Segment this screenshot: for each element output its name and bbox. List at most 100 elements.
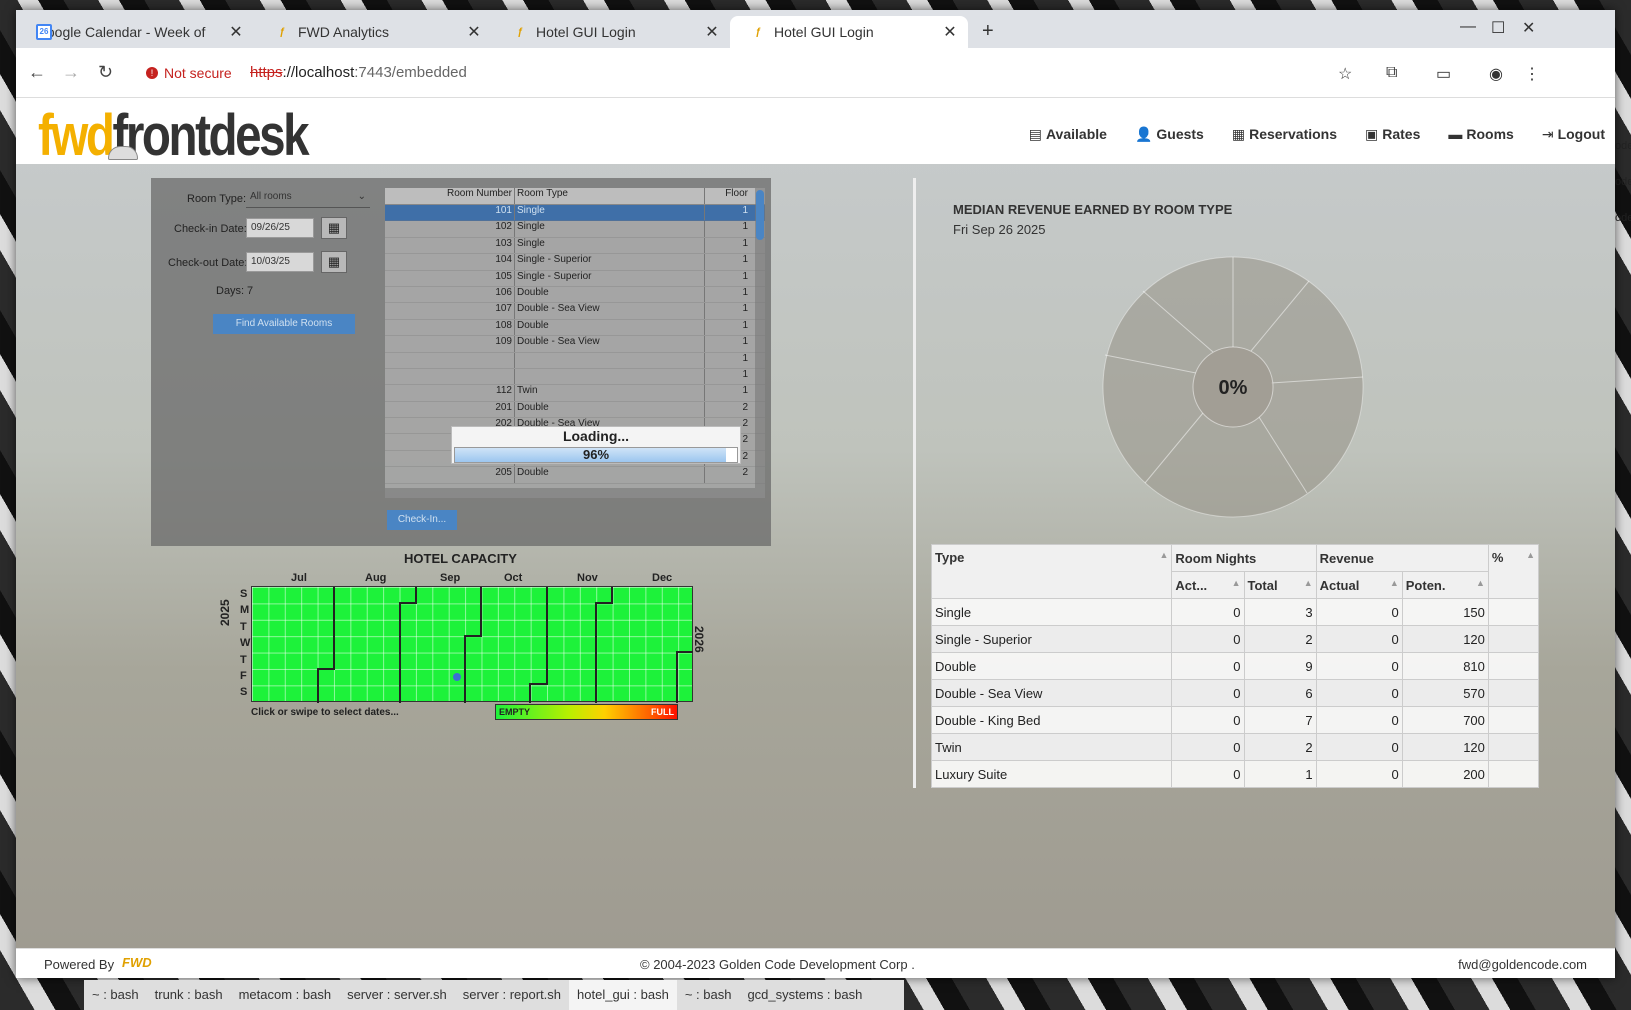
maximize-icon[interactable]: ☐ xyxy=(1491,18,1505,38)
col-act[interactable]: Act... ▲ xyxy=(1171,571,1245,599)
tab-fwd-analytics[interactable]: ƒ FWD Analytics ✕ xyxy=(254,16,492,48)
col-total[interactable]: Total ▲ xyxy=(1243,571,1317,599)
table-row[interactable]: 106 Double 1 xyxy=(385,286,765,304)
taskbar-item[interactable]: trunk : bash xyxy=(147,980,231,1010)
col-potential[interactable]: Poten. ▲ xyxy=(1401,571,1489,599)
menu-logout[interactable]: ⇥ Logout xyxy=(1542,126,1605,143)
taskbar-item[interactable]: hotel_gui : bash xyxy=(569,980,677,1010)
weekday-label: F xyxy=(240,670,247,682)
table-row[interactable]: Double 0 9 0 810 xyxy=(930,652,1540,680)
table-row[interactable]: 109 Double - Sea View 1 xyxy=(385,336,765,353)
find-available-rooms-button[interactable]: Find Available Rooms xyxy=(213,314,355,334)
table-row[interactable]: Double - Sea View 0 6 0 570 xyxy=(930,679,1540,707)
table-row[interactable]: Twin 0 2 0 120 xyxy=(930,733,1540,761)
taskbar-item[interactable]: server : report.sh xyxy=(455,980,569,1010)
calendar-icon: ▦ xyxy=(1231,126,1246,142)
security-indicator[interactable]: ! Not secure xyxy=(146,65,232,81)
table-row[interactable]: 205 Double 2 xyxy=(385,467,765,484)
loading-dialog: Loading... 96% xyxy=(451,426,741,464)
month-label: Nov xyxy=(577,572,598,584)
list-icon: ▤ xyxy=(1028,126,1042,142)
close-icon[interactable]: ✕ xyxy=(938,22,962,42)
menu-rates[interactable]: ▣ Rates xyxy=(1365,126,1420,143)
table-row[interactable]: Single - Superior 0 2 0 120 xyxy=(930,625,1540,653)
taskbar-item[interactable]: ~ : bash xyxy=(677,980,740,1010)
table-row[interactable]: Double - King Bed 0 7 0 700 xyxy=(930,706,1540,734)
checkin-date-input[interactable]: 09/26/25 xyxy=(246,218,314,238)
table-row[interactable]: 112 Twin 1 xyxy=(385,385,765,402)
reload-icon[interactable]: ↻ xyxy=(98,62,113,83)
table-row[interactable]: 108 Double 1 xyxy=(385,319,765,337)
taskbar-item[interactable]: ~ : bash xyxy=(84,980,147,1010)
tab-google-calendar[interactable]: 26 Google Calendar - Week of ✕ xyxy=(16,16,254,48)
table-row[interactable]: 104 Single - Superior 1 xyxy=(385,254,765,271)
url-field[interactable]: https://localhost:7443/embedded xyxy=(250,64,467,81)
profile-icon[interactable]: ◉ xyxy=(1489,64,1503,84)
tab-hotel-gui-login[interactable]: ƒ Hotel GUI Login ✕ xyxy=(492,16,730,48)
menu-reservations[interactable]: ▦ Reservations xyxy=(1232,126,1337,143)
horizontal-scrollbar[interactable] xyxy=(385,488,765,498)
table-row[interactable]: 107 Double - Sea View 1 xyxy=(385,303,765,320)
room-type-select[interactable]: All rooms ⌄ xyxy=(246,188,370,208)
table-row[interactable]: 1 xyxy=(385,368,765,386)
col-type[interactable]: Type ▲ xyxy=(930,544,1173,599)
bookmark-star-icon[interactable]: ☆ xyxy=(1338,64,1352,84)
revenue-date: Fri Sep 26 2025 xyxy=(953,222,1046,237)
month-label: Oct xyxy=(504,572,523,584)
revenue-pie-chart[interactable]: 0% xyxy=(1101,255,1365,519)
capacity-heatmap[interactable] xyxy=(251,586,693,703)
cast-icon[interactable]: ▭ xyxy=(1436,64,1451,84)
col-actual[interactable]: Actual ▲ xyxy=(1315,571,1403,599)
menu-guests[interactable]: 👤 Guests xyxy=(1135,126,1204,143)
calendar-icon[interactable]: ▦ xyxy=(321,251,347,273)
table-row[interactable]: 105 Single - Superior 1 xyxy=(385,270,765,287)
tab-bar: 26 Google Calendar - Week of ✕ ƒ FWD Ana… xyxy=(16,10,1615,48)
new-tab-button[interactable]: + xyxy=(982,20,994,43)
pie-center-label: 0% xyxy=(1219,377,1248,399)
rooms-grid-header: Room Number Room Type Floor xyxy=(385,188,765,205)
contact-email[interactable]: fwd@goldencode.com xyxy=(1458,957,1587,972)
month-label: Sep xyxy=(440,572,461,584)
table-row[interactable]: 1 xyxy=(385,352,765,369)
close-icon[interactable]: ✕ xyxy=(224,22,248,42)
checkout-date-input[interactable]: 10/03/25 xyxy=(246,252,314,272)
year-left: 2025 xyxy=(218,599,232,626)
capacity-title: HOTEL CAPACITY xyxy=(404,551,517,566)
table-row[interactable]: 101 Single 1 xyxy=(385,205,765,222)
table-row[interactable]: 103 Single 1 xyxy=(385,237,765,255)
revenue-title: MEDIAN REVENUE EARNED BY ROOM TYPE xyxy=(953,202,1233,217)
menu-dots-icon[interactable]: ⋮ xyxy=(1524,64,1540,84)
availability-panel: Room Type: All rooms ⌄ Check-in Date: 09/… xyxy=(151,178,771,546)
vertical-scrollbar[interactable] xyxy=(755,188,765,488)
bed-icon: ▬ xyxy=(1448,126,1463,142)
forward-icon[interactable]: → xyxy=(62,62,80,83)
weekday-label: S xyxy=(240,686,248,699)
back-icon[interactable]: ← xyxy=(28,62,46,83)
main-menu: ▤ Available 👤 Guests ▦ Reservations ▣ Rates … xyxy=(1029,126,1605,143)
extensions-icon[interactable]: ⧉ xyxy=(1386,64,1397,82)
taskbar-item[interactable]: metacom : bash xyxy=(231,980,340,1010)
close-window-icon[interactable]: ✕ xyxy=(1522,18,1535,38)
table-row[interactable]: 201 Double 2 xyxy=(385,401,765,419)
table-row[interactable]: Single 0 3 0 150 xyxy=(930,598,1540,626)
taskbar-item[interactable]: gcd_systems : bash xyxy=(739,980,870,1010)
days-value: 7 xyxy=(247,285,254,297)
table-row[interactable]: 102 Single 1 xyxy=(385,221,765,238)
capacity-legend: EMPTY FULL xyxy=(495,704,678,720)
close-icon[interactable]: ✕ xyxy=(700,22,724,42)
table-row[interactable]: Luxury Suite 0 1 0 200 xyxy=(930,760,1540,788)
close-icon[interactable]: ✕ xyxy=(462,22,486,42)
calendar-icon[interactable]: ▦ xyxy=(321,217,347,239)
revenue-table: Type ▲ Room Nights Revenue % ▲ Act... ▲ Tot… xyxy=(930,544,1540,788)
col-percent[interactable]: % ▲ xyxy=(1487,544,1540,599)
tab-hotel-gui-login-active[interactable]: ƒ Hotel GUI Login ✕ xyxy=(730,16,968,48)
app-footer: Powered By FWD © 2004-2023 Golden Code D… xyxy=(16,948,1615,978)
check-in-button[interactable]: Check-In... xyxy=(387,510,457,530)
browser-window: 26 Google Calendar - Week of ✕ ƒ FWD Ana… xyxy=(16,10,1615,978)
weekday-label: T xyxy=(240,653,247,666)
menu-rooms[interactable]: ▬ Rooms xyxy=(1448,126,1513,143)
minimize-icon[interactable]: — xyxy=(1460,18,1476,36)
divider xyxy=(913,178,916,788)
menu-available[interactable]: ▤ Available xyxy=(1029,126,1107,143)
taskbar-item[interactable]: server : server.sh xyxy=(339,980,455,1010)
